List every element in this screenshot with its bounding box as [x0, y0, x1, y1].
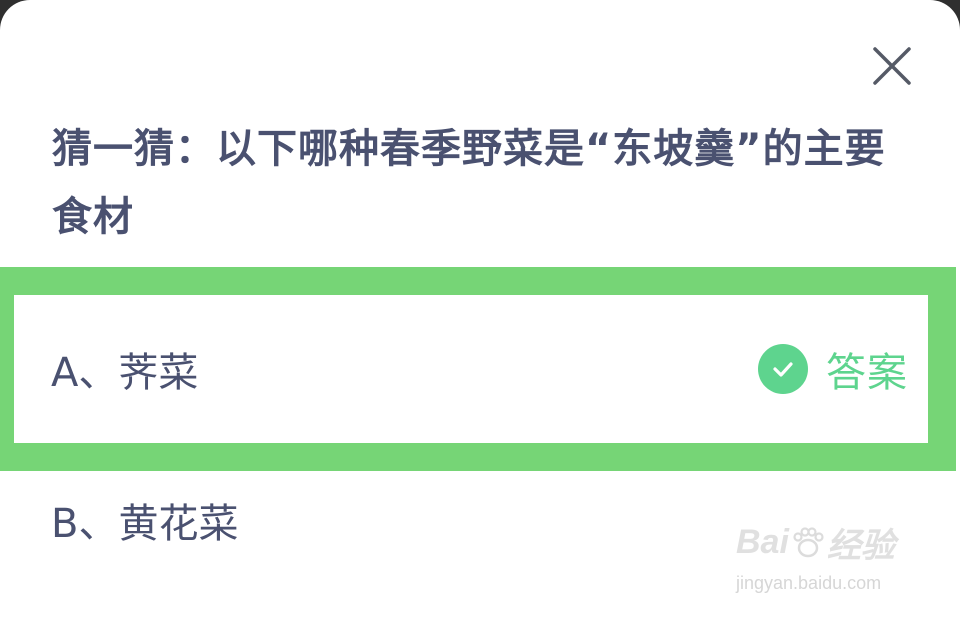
baidu-jingyan-watermark: Bai 经验 jingyan.baidu.com [736, 518, 916, 594]
option-b-label: B、黄花菜 [51, 501, 239, 547]
watermark-url: jingyan.baidu.com [736, 573, 882, 593]
watermark-brand-suffix: 经验 [826, 527, 895, 565]
answer-tag: 答案 [758, 340, 908, 398]
check-icon [758, 344, 808, 394]
answer-label: 答案 [826, 350, 908, 396]
question-title: 猜一猜：以下哪种春季野菜是“东坡羹”的主要食材 [52, 126, 886, 240]
quiz-dialog: 猜一猜：以下哪种春季野菜是“东坡羹”的主要食材 A、荠菜 答案 B、黄花菜 Ba… [0, 0, 960, 623]
watermark-brand-prefix: Bai [736, 523, 789, 561]
option-a-label: A、荠菜 [51, 350, 199, 396]
close-button[interactable] [868, 42, 916, 90]
option-a[interactable]: A、荠菜 答案 [14, 295, 928, 443]
paw-icon [793, 526, 824, 557]
watermark-logo: Bai 经验 [736, 518, 916, 567]
close-icon [873, 47, 911, 85]
